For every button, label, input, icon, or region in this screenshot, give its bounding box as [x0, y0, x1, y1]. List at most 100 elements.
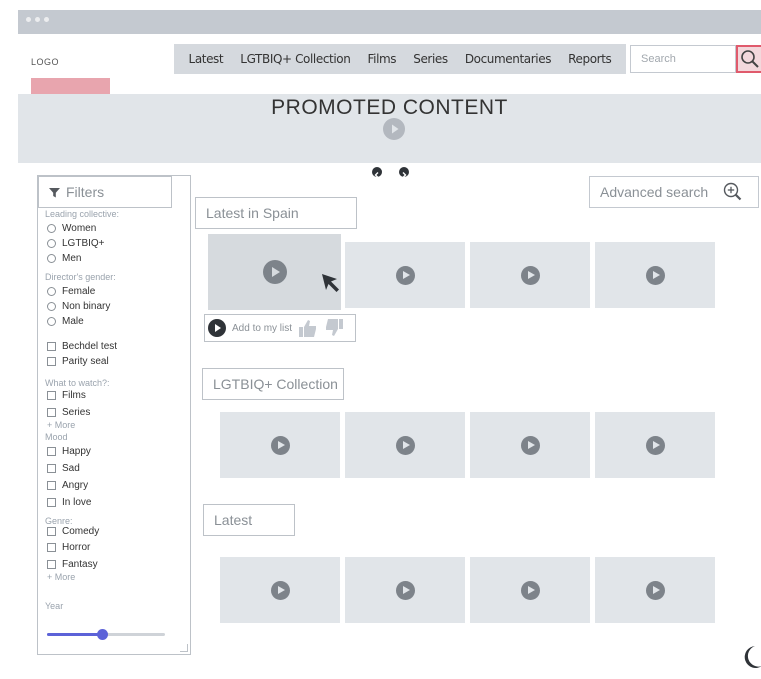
mood-option-angry[interactable]: Angry: [47, 480, 88, 491]
nav-series[interactable]: Series: [413, 52, 448, 66]
play-icon: [520, 265, 540, 285]
add-to-list-button[interactable]: Add to my list: [232, 323, 292, 334]
radio-button[interactable]: [47, 287, 56, 296]
gender-option-non-binary[interactable]: Non binary: [47, 301, 110, 312]
year-slider[interactable]: [47, 629, 165, 640]
play-icon: [645, 265, 665, 285]
section-lgtbiq-collection[interactable]: LGTBIQ+ Collection: [202, 368, 344, 400]
video-thumbnail[interactable]: [345, 557, 465, 623]
arrow-right-icon: [402, 172, 407, 178]
nav-reports[interactable]: Reports: [568, 52, 612, 66]
checkbox[interactable]: [47, 464, 56, 473]
checkbox[interactable]: [47, 527, 56, 536]
filters-header[interactable]: Filters: [38, 176, 172, 208]
nav-latest[interactable]: Latest: [189, 52, 224, 66]
play-icon: [395, 265, 415, 285]
video-thumbnail[interactable]: [345, 412, 465, 478]
video-thumbnail[interactable]: [470, 242, 590, 308]
search-button[interactable]: [736, 45, 761, 73]
video-thumbnail[interactable]: [220, 557, 340, 623]
video-thumbnail[interactable]: [220, 412, 340, 478]
play-icon: [262, 260, 287, 284]
nav-films[interactable]: Films: [368, 52, 397, 66]
play-icon[interactable]: [208, 319, 226, 337]
search-field[interactable]: [630, 45, 736, 73]
section-latest-in-spain[interactable]: Latest in Spain: [195, 197, 357, 229]
section-latest[interactable]: Latest: [203, 504, 295, 536]
play-icon: [270, 580, 290, 600]
window-controls[interactable]: [26, 17, 49, 22]
radio-button[interactable]: [47, 239, 56, 248]
checkbox[interactable]: [47, 391, 56, 400]
checkbox[interactable]: [47, 357, 56, 366]
radio-button[interactable]: [47, 302, 56, 311]
genre-more-link[interactable]: + More: [47, 572, 75, 582]
mood-option-in-love[interactable]: In love: [47, 497, 91, 508]
filter-icon: [49, 187, 60, 197]
checkbox[interactable]: [47, 498, 56, 507]
watch-more-link[interactable]: + More: [47, 420, 75, 430]
checkbox[interactable]: [47, 447, 56, 456]
genre-option-horror[interactable]: Horror: [47, 542, 90, 553]
watch-option-series[interactable]: Series: [47, 407, 90, 418]
checkbox[interactable]: [47, 408, 56, 417]
leading-option-women[interactable]: Women: [47, 223, 96, 234]
bechdel-test-checkbox[interactable]: Bechdel test: [47, 341, 117, 352]
advanced-search-button[interactable]: Advanced search: [589, 176, 759, 208]
play-icon: [395, 580, 415, 600]
video-thumbnail[interactable]: [595, 242, 715, 308]
moon-icon[interactable]: [738, 644, 761, 670]
radio-button[interactable]: [47, 224, 56, 233]
leading-collective-label: Leading collective:: [45, 209, 120, 219]
panel-resize-handle[interactable]: [180, 644, 188, 652]
thumbs-up-icon[interactable]: [298, 318, 318, 338]
filters-title: Filters: [66, 184, 105, 200]
nav-documentaries[interactable]: Documentaries: [465, 52, 552, 66]
play-icon: [520, 435, 540, 455]
year-slider-fill: [47, 633, 103, 636]
video-thumbnail[interactable]: [595, 412, 715, 478]
video-thumbnail[interactable]: [595, 557, 715, 623]
search-icon: [741, 50, 759, 68]
play-icon: [520, 580, 540, 600]
checkbox[interactable]: [47, 543, 56, 552]
search-input[interactable]: [631, 46, 735, 72]
mood-option-happy[interactable]: Happy: [47, 446, 91, 457]
gender-option-male[interactable]: Male: [47, 316, 84, 327]
video-thumbnail[interactable]: [470, 412, 590, 478]
genre-option-fantasy[interactable]: Fantasy: [47, 559, 98, 570]
leading-option-men[interactable]: Men: [47, 253, 81, 264]
parity-seal-checkbox[interactable]: Parity seal: [47, 356, 109, 367]
window-titlebar: [18, 10, 761, 34]
promo-play-button[interactable]: [383, 118, 405, 140]
radio-button[interactable]: [47, 254, 56, 263]
main-nav: Latest LGTBIQ+ Collection Films Series D…: [174, 44, 626, 74]
year-slider-handle[interactable]: [96, 629, 108, 640]
promoted-banner[interactable]: PROMOTED CONTENT: [18, 94, 761, 163]
genre-label: Genre:: [45, 516, 73, 526]
year-label: Year: [45, 601, 64, 611]
genre-option-comedy[interactable]: Comedy: [47, 526, 99, 537]
leading-option-lgtbiq[interactable]: LGTBIQ+: [47, 238, 105, 249]
carousel-next-button[interactable]: [399, 167, 409, 178]
arrow-left-icon: [374, 172, 379, 178]
play-icon: [645, 580, 665, 600]
radio-button[interactable]: [47, 317, 56, 326]
video-thumbnail[interactable]: [470, 557, 590, 623]
logo-label: LOGO: [31, 57, 60, 67]
mood-label: Mood: [45, 432, 68, 442]
nav-lgtbiq-collection[interactable]: LGTBIQ+ Collection: [240, 52, 351, 66]
what-to-watch-label: What to watch?:: [45, 378, 110, 388]
carousel-prev-button[interactable]: [372, 167, 382, 178]
checkbox[interactable]: [47, 560, 56, 569]
watch-option-films[interactable]: Films: [47, 390, 86, 401]
zoom-in-icon: [723, 182, 742, 201]
play-icon: [392, 124, 399, 134]
video-thumbnail[interactable]: [345, 242, 465, 308]
filters-panel: Filters Leading collective: Women LGTBIQ…: [37, 175, 191, 655]
checkbox[interactable]: [47, 481, 56, 490]
gender-option-female[interactable]: Female: [47, 286, 95, 297]
checkbox[interactable]: [47, 342, 56, 351]
mood-option-sad[interactable]: Sad: [47, 463, 80, 474]
thumbs-down-icon[interactable]: [324, 318, 344, 338]
